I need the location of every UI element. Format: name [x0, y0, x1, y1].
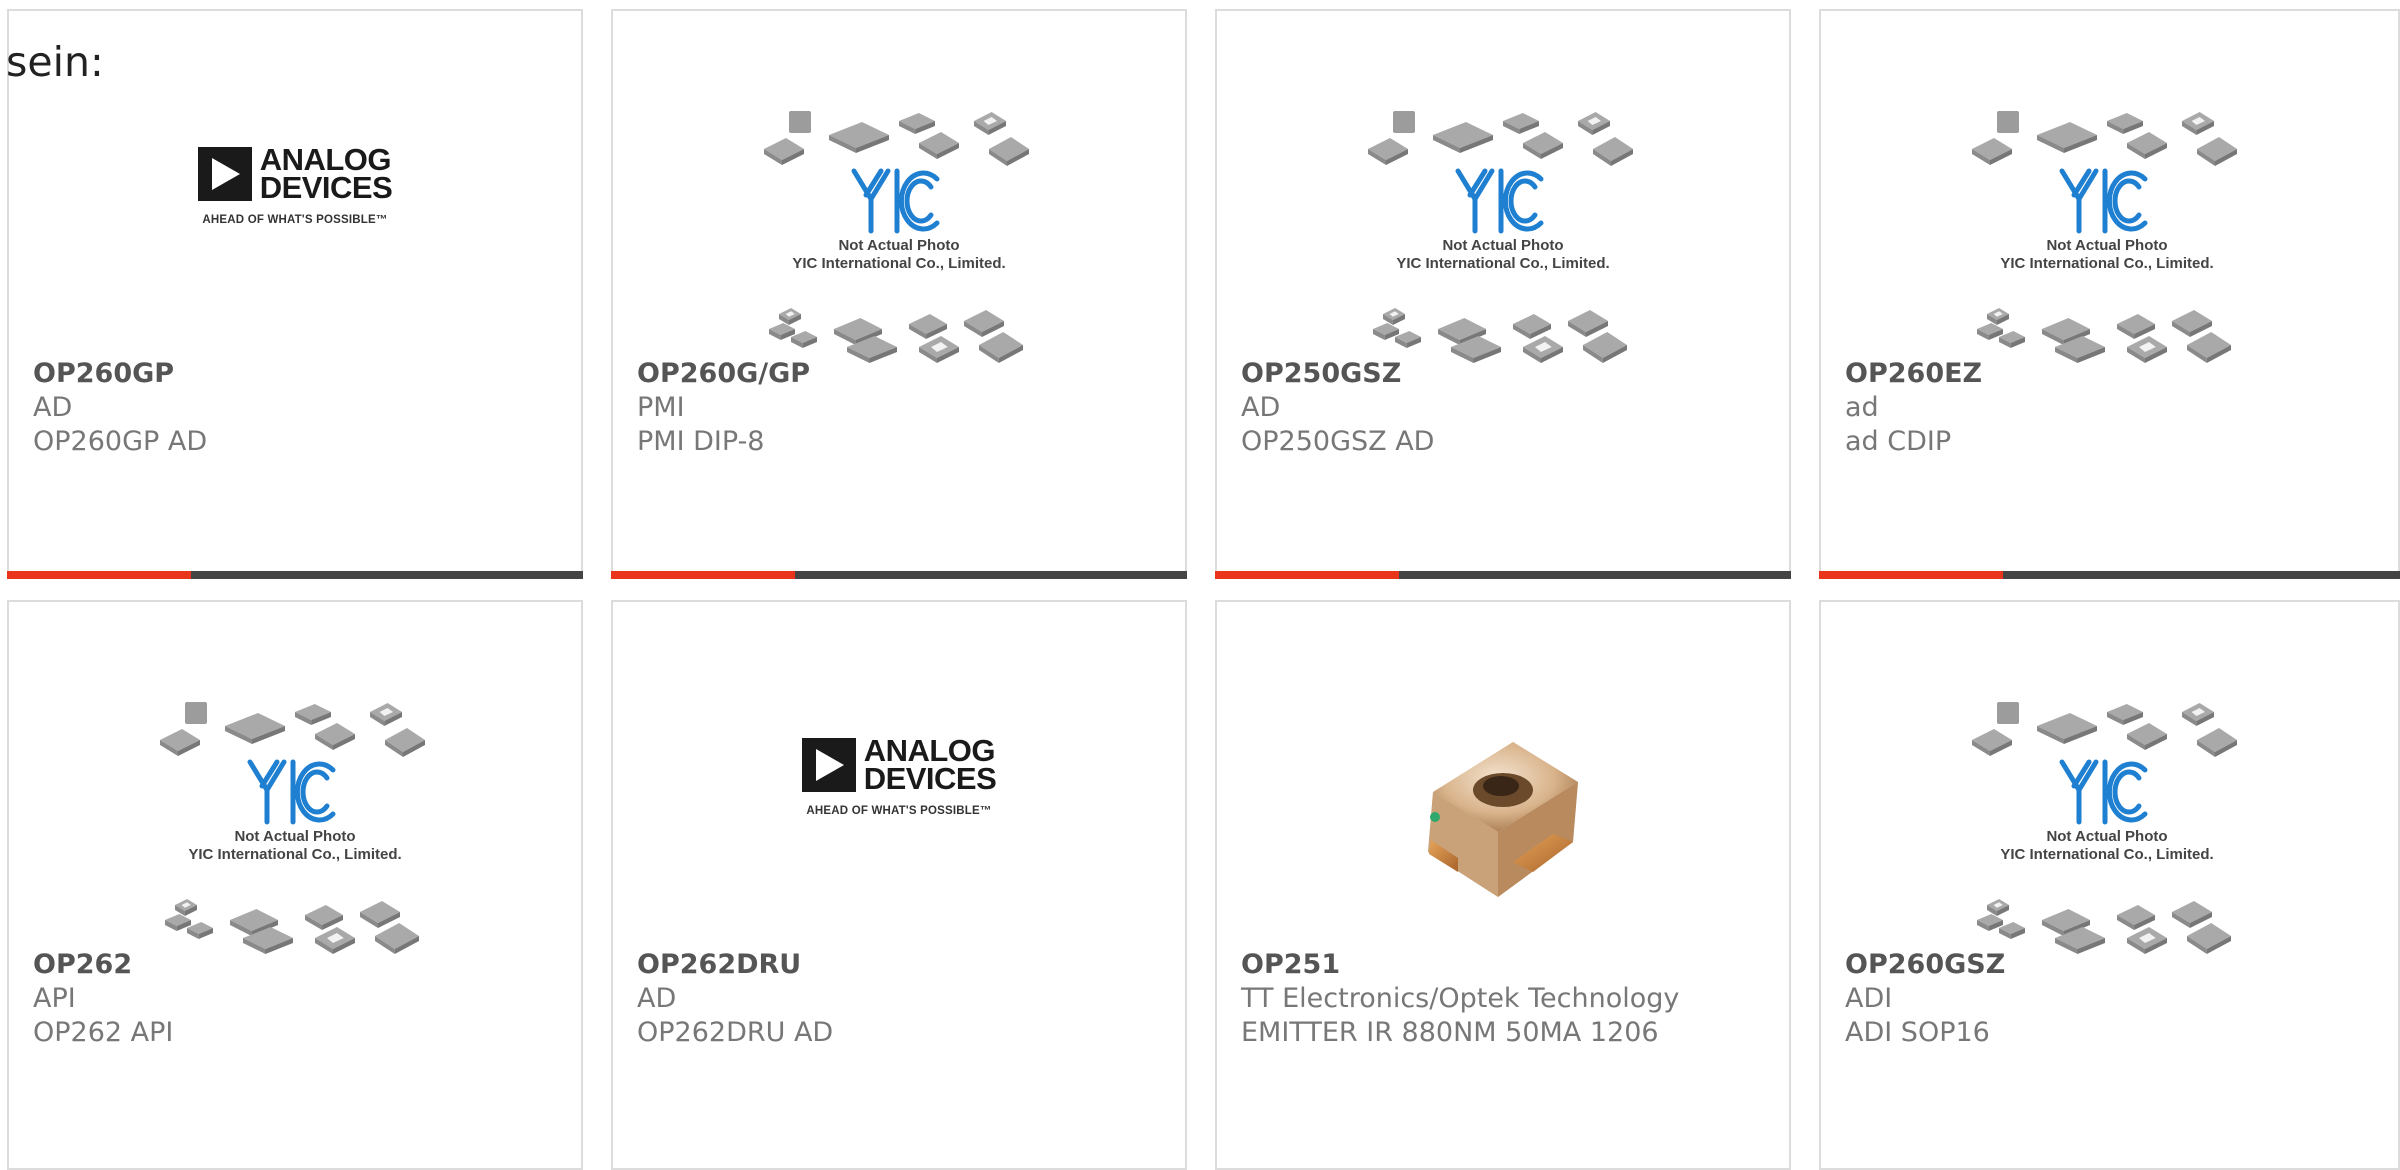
placeholder-caption: Not Actual Photo	[2046, 828, 2168, 845]
description: ad CDIP	[1845, 426, 1952, 457]
product-card[interactable]: Not Actual Photo YIC International Co., L…	[7, 600, 583, 1170]
yic-placeholder-image: Not Actual Photo YIC International Co., L…	[1967, 109, 2247, 363]
part-number[interactable]: OP260GSZ	[1845, 948, 2005, 982]
adi-logo-tagline: AHEAD OF WHAT'S POSSIBLE™	[202, 214, 388, 226]
part-number[interactable]: OP260EZ	[1845, 357, 1982, 391]
yic-placeholder-image: Not Actual Photo YIC International Co., L…	[155, 700, 435, 954]
description: OP260GP AD	[33, 426, 208, 457]
product-card[interactable]: ANALOG DEVICES AHEAD OF WHAT'S POSSIBLE™…	[611, 600, 1187, 1170]
adi-logo-word: DEVICES	[259, 170, 393, 205]
placeholder-caption: YIC International Co., Limited.	[792, 255, 1006, 272]
analog-devices-logo: ANALOG DEVICES AHEAD OF WHAT'S POSSIBLE™	[197, 144, 393, 226]
adi-logo-tagline: AHEAD OF WHAT'S POSSIBLE™	[806, 805, 992, 817]
description: OP250GSZ AD	[1241, 426, 1435, 457]
product-image[interactable]: Not Actual Photo YIC International Co., L…	[9, 682, 581, 954]
manufacturer: AD	[33, 392, 73, 423]
card-bar	[1819, 571, 2400, 579]
adi-triangle-icon	[197, 147, 252, 201]
card-bar-accent	[611, 571, 795, 579]
part-number[interactable]: OP262DRU	[637, 948, 833, 982]
smd-led-photo	[1428, 742, 1578, 897]
placeholder-caption: YIC International Co., Limited.	[1396, 255, 1610, 272]
description: ADI SOP16	[1845, 1017, 1990, 1048]
product-card[interactable]: Not Actual Photo YIC International Co., L…	[1819, 9, 2400, 579]
part-number[interactable]: OP260G/GP	[637, 357, 810, 391]
placeholder-caption: Not Actual Photo	[838, 237, 960, 254]
product-card[interactable]: OP251 TT Electronics/Optek Technology EM…	[1215, 600, 1791, 1170]
product-image[interactable]: Not Actual Photo YIC International Co., L…	[1217, 91, 1789, 363]
prefix-text: sein:	[6, 38, 104, 86]
card-bar	[7, 571, 583, 579]
description: OP262 API	[33, 1017, 174, 1048]
product-card[interactable]: Not Actual Photo YIC International Co., L…	[1819, 600, 2400, 1170]
manufacturer: ad	[1845, 392, 1879, 423]
manufacturer: AD	[1241, 392, 1281, 423]
product-image[interactable]: Not Actual Photo YIC International Co., L…	[613, 91, 1185, 363]
adi-logo-word: DEVICES	[863, 761, 997, 796]
card-bar-accent	[1215, 571, 1399, 579]
product-image[interactable]: Not Actual Photo YIC International Co., L…	[1821, 91, 2393, 363]
product-card[interactable]: Not Actual Photo YIC International Co., L…	[611, 9, 1187, 579]
manufacturer: ADI	[1845, 983, 1893, 1014]
card-bar	[611, 571, 1187, 579]
manufacturer: AD	[637, 983, 677, 1014]
placeholder-caption: YIC International Co., Limited.	[188, 846, 402, 863]
description: EMITTER IR 880NM 50MA 1206	[1241, 1017, 1659, 1048]
analog-devices-logo: ANALOG DEVICES AHEAD OF WHAT'S POSSIBLE™	[801, 735, 997, 817]
placeholder-caption: Not Actual Photo	[1442, 237, 1564, 254]
part-number[interactable]: OP260GP	[33, 357, 207, 391]
part-number[interactable]: OP250GSZ	[1241, 357, 1434, 391]
placeholder-caption: YIC International Co., Limited.	[2000, 255, 2214, 272]
manufacturer: TT Electronics/Optek Technology	[1241, 983, 1680, 1014]
description: PMI DIP-8	[637, 426, 765, 457]
product-image[interactable]: ANALOG DEVICES AHEAD OF WHAT'S POSSIBLE™	[613, 682, 1185, 942]
manufacturer: PMI	[637, 392, 685, 423]
product-card[interactable]: ANALOG DEVICES AHEAD OF WHAT'S POSSIBLE™…	[7, 9, 583, 579]
card-bar	[1215, 571, 1791, 579]
part-number[interactable]: OP251	[1241, 948, 1679, 982]
manufacturer: API	[33, 983, 76, 1014]
product-card[interactable]: Not Actual Photo YIC International Co., L…	[1215, 9, 1791, 579]
yic-placeholder-image: Not Actual Photo YIC International Co., L…	[759, 109, 1039, 363]
placeholder-caption: Not Actual Photo	[2046, 237, 2168, 254]
card-bar-accent	[1819, 571, 2003, 579]
yic-placeholder-image: Not Actual Photo YIC International Co., L…	[1363, 109, 1643, 363]
product-image[interactable]	[1217, 682, 1789, 942]
description: OP262DRU AD	[637, 1017, 834, 1048]
placeholder-caption: Not Actual Photo	[234, 828, 356, 845]
adi-triangle-icon	[801, 738, 856, 792]
placeholder-caption: YIC International Co., Limited.	[2000, 846, 2214, 863]
product-image[interactable]: ANALOG DEVICES AHEAD OF WHAT'S POSSIBLE™	[9, 91, 581, 351]
yic-placeholder-image: Not Actual Photo YIC International Co., L…	[1967, 700, 2247, 954]
card-bar-accent	[7, 571, 191, 579]
part-number[interactable]: OP262	[33, 948, 173, 982]
product-image[interactable]: Not Actual Photo YIC International Co., L…	[1821, 682, 2393, 954]
